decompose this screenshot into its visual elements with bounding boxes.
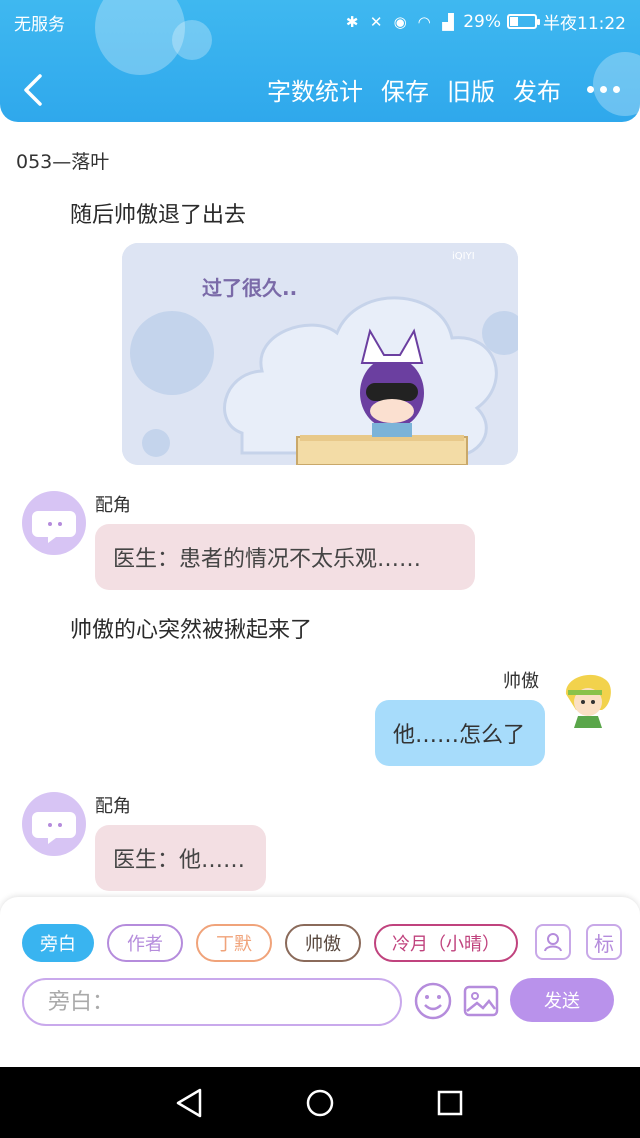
back-button[interactable]: [18, 70, 50, 110]
role-chip-narration[interactable]: 旁白: [22, 924, 94, 962]
publish-button[interactable]: 发布: [513, 72, 561, 107]
speaker-name: 帅傲: [503, 671, 539, 692]
chevron-left-icon: [24, 74, 42, 106]
wifi-icon: ◠: [417, 12, 431, 31]
role-chip-lengyue[interactable]: 冷月（小晴）: [374, 924, 518, 962]
narration-text[interactable]: 帅傲的心突然被揪起来了: [70, 612, 312, 644]
story-image[interactable]: 过了很久.. iQIYI: [122, 243, 518, 465]
status-bar: 无服务 ✱ ✕ ◉ ◠ ▟ 29% 半夜11:22: [0, 0, 640, 40]
system-navigation-bar: [0, 1067, 640, 1138]
nav-recents-icon[interactable]: [437, 1090, 463, 1116]
image-watermark: iQIYI: [452, 251, 475, 262]
carrier-text: 无服务: [14, 15, 65, 35]
bluetooth-icon: ✱: [345, 12, 359, 31]
old-version-button[interactable]: 旧版: [447, 72, 495, 107]
avatar[interactable]: [22, 792, 86, 856]
emoji-button[interactable]: [413, 981, 453, 1021]
avatar[interactable]: [22, 491, 86, 555]
picture-icon: [463, 985, 499, 1017]
cartoon-illustration: 过了很久.. iQIYI: [122, 243, 518, 465]
person-icon: [544, 933, 562, 952]
more-options-button[interactable]: [587, 75, 620, 105]
composer-panel: 旁白 作者 丁默 帅傲 冷月（小晴） 标 发送: [0, 897, 640, 1067]
smiley-icon: [414, 982, 452, 1020]
speaker-name: 配角: [95, 495, 131, 516]
avatar[interactable]: [556, 666, 620, 730]
chapter-title: 053—落叶: [16, 151, 110, 173]
save-button[interactable]: 保存: [381, 72, 429, 107]
chat-bubble-icon: [32, 812, 76, 844]
signal-icon: ▟: [442, 12, 454, 31]
send-button[interactable]: 发送: [510, 978, 614, 1022]
battery-percent: 29%: [463, 11, 501, 32]
image-button[interactable]: [461, 981, 501, 1021]
clock-time: 半夜11:22: [543, 14, 626, 34]
nav-home-icon[interactable]: [306, 1089, 334, 1117]
role-chip-author[interactable]: 作者: [107, 924, 183, 962]
image-caption: 过了很久..: [202, 276, 297, 300]
word-count-button[interactable]: 字数统计: [267, 72, 363, 107]
message-bubble[interactable]: 医生：患者的情况不太乐观……: [95, 524, 475, 590]
role-chip-dingmo[interactable]: 丁默: [196, 924, 272, 962]
chat-bubble-icon: [32, 511, 76, 543]
top-header: 无服务 ✱ ✕ ◉ ◠ ▟ 29% 半夜11:22 字数统计 保存 旧版 发布: [0, 0, 640, 122]
eye-icon: ◉: [393, 12, 407, 31]
battery-icon: [507, 14, 540, 29]
mute-icon: ✕: [369, 12, 383, 31]
message-bubble[interactable]: 医生：他……: [95, 825, 266, 891]
header-actions: 字数统计 保存 旧版 发布: [249, 72, 620, 107]
message-bubble[interactable]: 他……怎么了: [375, 700, 545, 766]
message-input[interactable]: [22, 978, 402, 1026]
character-avatar-icon: [565, 674, 611, 728]
character-manage-button[interactable]: [535, 924, 571, 960]
nav-back-icon[interactable]: [176, 1088, 202, 1118]
narration-text[interactable]: 随后帅傲退了出去: [70, 197, 246, 229]
tag-button[interactable]: 标: [586, 924, 622, 960]
speaker-name: 配角: [95, 796, 131, 817]
role-chip-shuaiao[interactable]: 帅傲: [285, 924, 361, 962]
